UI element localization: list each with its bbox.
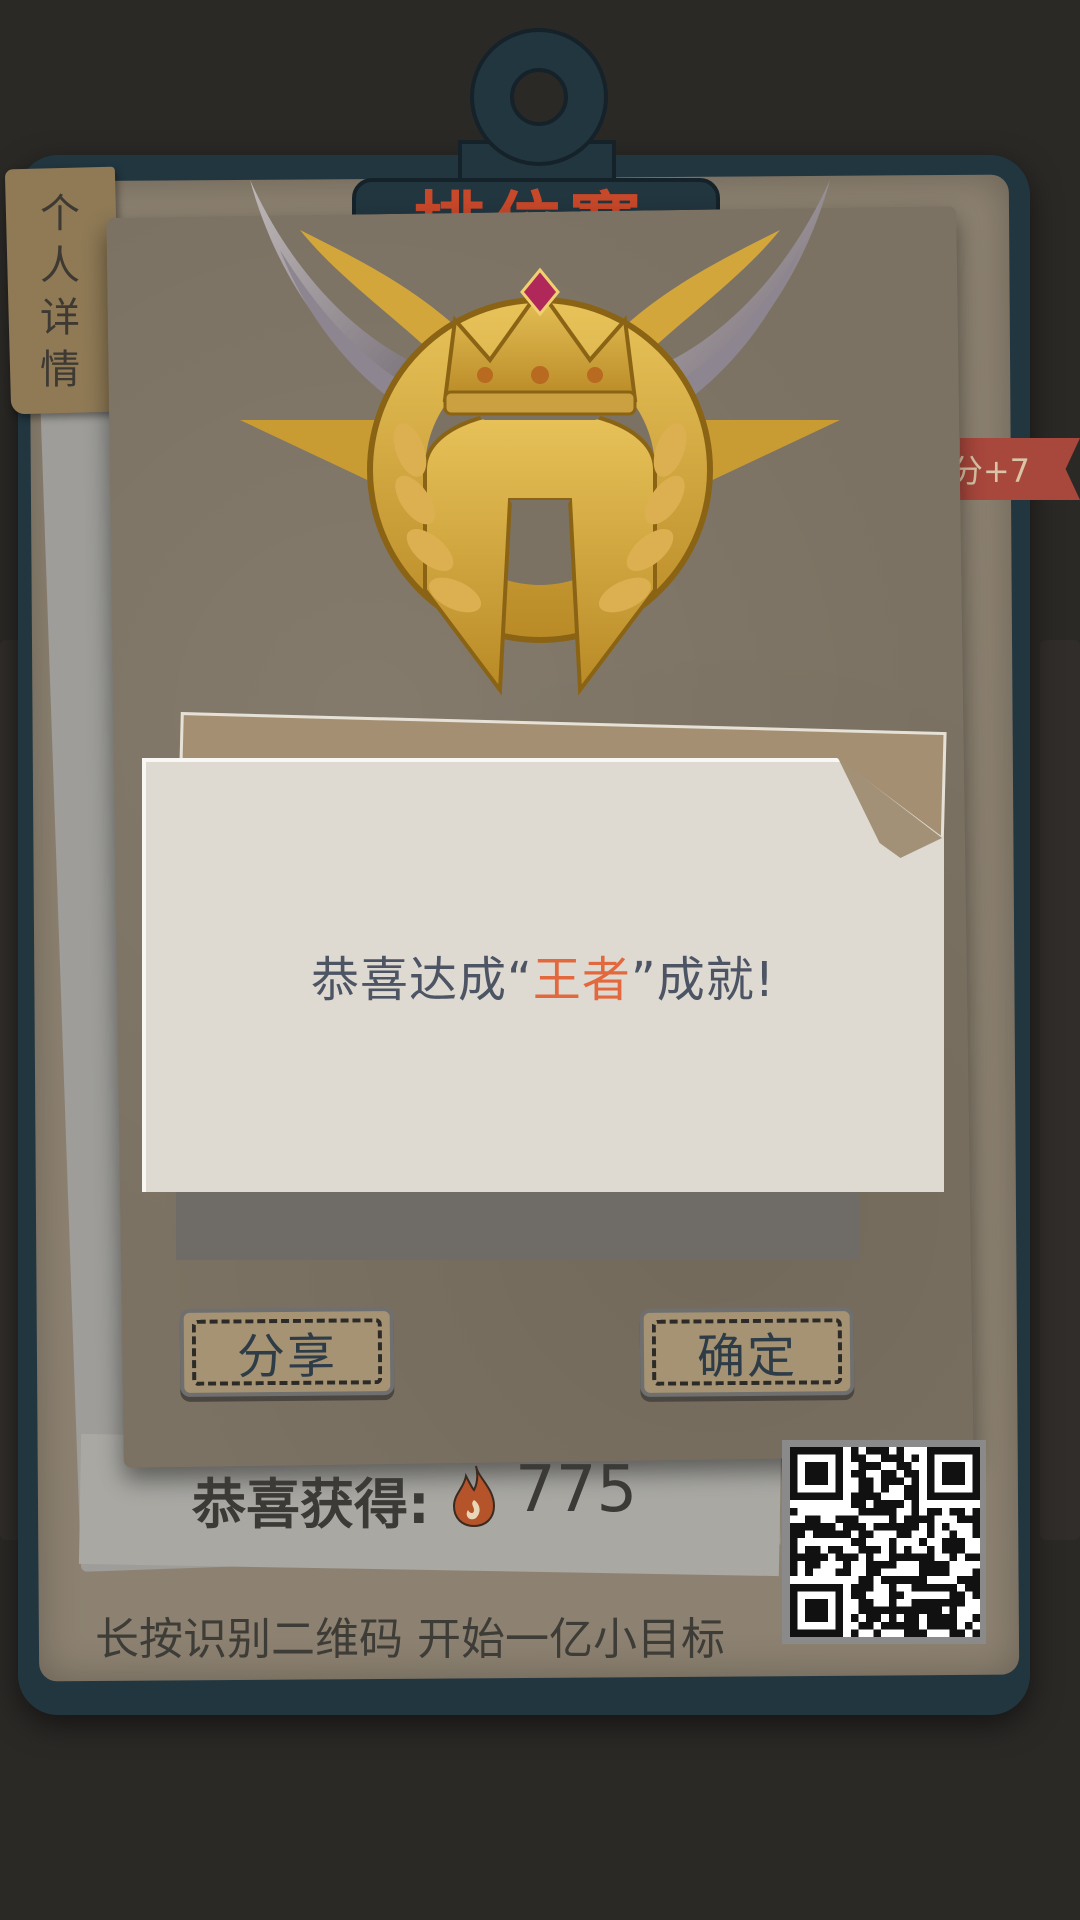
share-button-label[interactable]: 分享 — [237, 1317, 338, 1388]
message-prefix: 恭喜达成“ — [310, 952, 533, 1008]
qr-finder-pattern — [942, 1462, 965, 1485]
background-texture — [1040, 640, 1080, 1540]
flame-icon — [452, 1465, 496, 1528]
reward-label: 恭喜获得: — [192, 1473, 430, 1536]
score-ribbon-label: 分+7 — [950, 452, 1030, 490]
share-button[interactable]: 分享 — [179, 1307, 395, 1397]
reward-amount: 775 — [515, 1453, 638, 1527]
confirm-button[interactable]: 确定 — [639, 1307, 855, 1397]
qr-code[interactable] — [790, 1447, 980, 1637]
achievement-message: 恭喜达成“王者”成就! — [142, 940, 944, 1010]
tab-personal-details-label[interactable]: 个人详情 — [30, 188, 90, 396]
qr-finder-pattern — [805, 1599, 828, 1622]
king-rank-emblem-icon — [240, 180, 840, 696]
clip-hole — [510, 68, 568, 126]
achievement-title: 王者 — [532, 952, 631, 1008]
message-suffix: ”成就! — [630, 952, 775, 1008]
confirm-button-label[interactable]: 确定 — [697, 1317, 798, 1388]
qr-finder-pattern — [805, 1462, 828, 1485]
qr-instruction: 长按识别二维码 开始一亿小目标 — [95, 1614, 725, 1665]
